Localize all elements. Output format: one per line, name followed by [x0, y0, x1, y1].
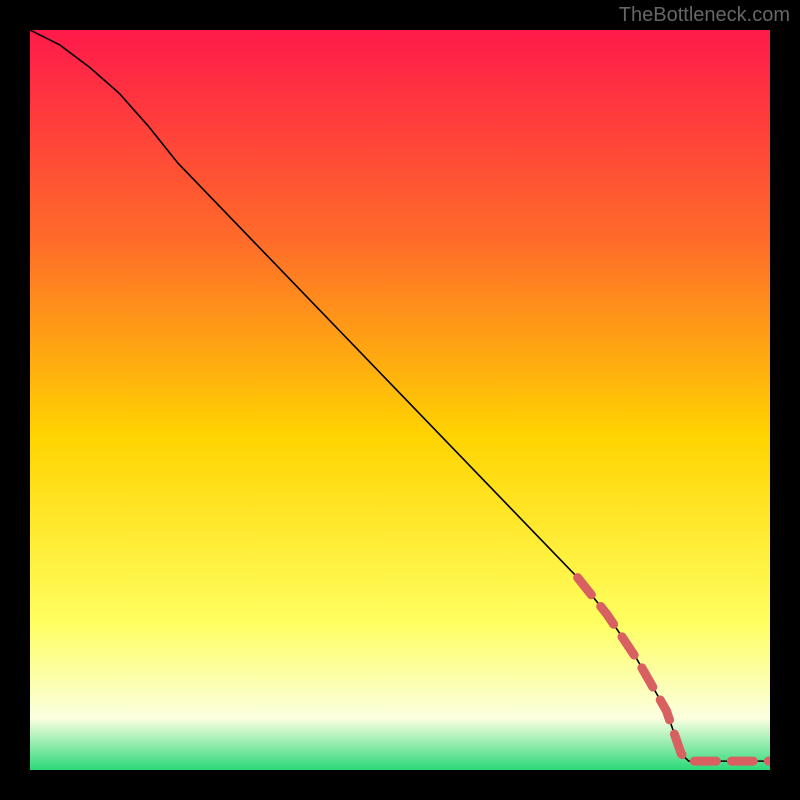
bottleneck-curve	[30, 30, 770, 761]
curves-overlay	[30, 30, 770, 770]
watermark-text: TheBottleneck.com	[619, 4, 790, 27]
chart-stage: TheBottleneck.com	[0, 0, 800, 800]
bottleneck-curve-dashed-tail	[578, 578, 770, 762]
plot-area	[30, 30, 770, 770]
